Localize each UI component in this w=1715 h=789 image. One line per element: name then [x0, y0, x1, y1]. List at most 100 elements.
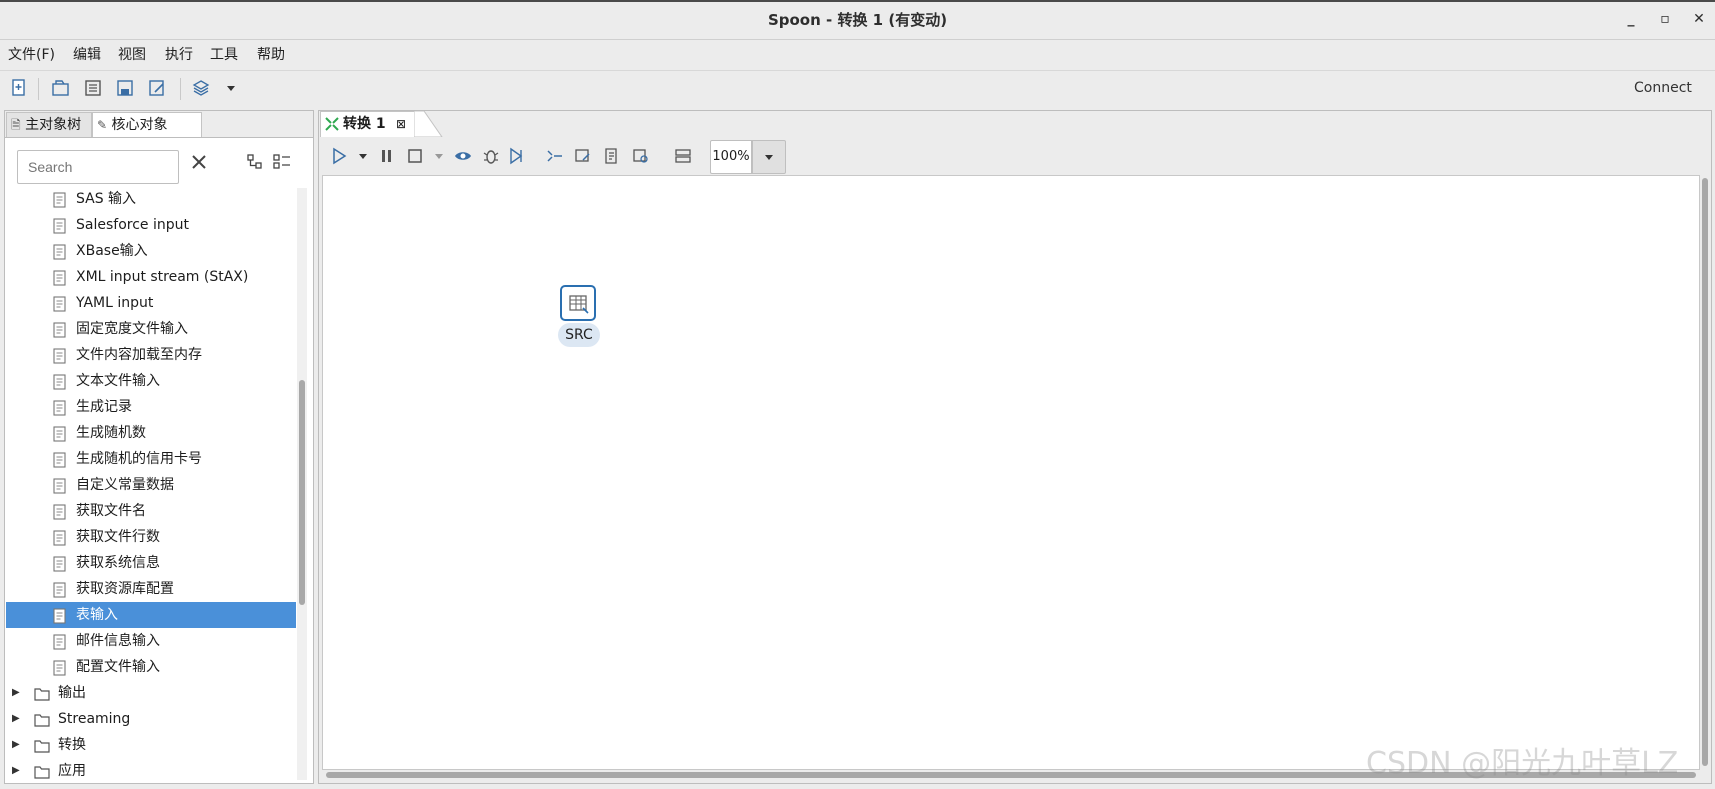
tree-folder[interactable]: ▶ 转换 [6, 732, 296, 758]
pencil-icon: ✎ [97, 118, 108, 132]
tab-close-icon[interactable]: ⊠ [396, 112, 406, 137]
tree-item[interactable]: 文本文件输入 [6, 368, 296, 394]
expand-arrow-icon[interactable]: ▶ [12, 680, 20, 706]
zoom-dropdown-button[interactable] [752, 140, 786, 174]
connect-button[interactable]: Connect [1634, 80, 1692, 96]
tree-item-label: XML input stream (StAX) [76, 269, 249, 285]
sql-icon[interactable] [602, 147, 620, 165]
debug-icon[interactable] [482, 147, 500, 165]
tree-item[interactable]: 邮件信息输入 [6, 628, 296, 654]
tree-item[interactable]: 生成随机数 [6, 420, 296, 446]
file-icon [52, 373, 68, 390]
file-icon [52, 581, 68, 598]
tree-item-label: XBase输入 [76, 243, 148, 259]
menu-run[interactable]: 执行 [165, 44, 193, 64]
tree-item[interactable]: 自定义常量数据 [6, 472, 296, 498]
impact-icon[interactable] [574, 147, 592, 165]
tree-folder[interactable]: ▶ 输出 [6, 680, 296, 706]
file-icon [52, 321, 68, 338]
tree-item-label: YAML input [76, 295, 154, 311]
tree-item-label: SAS 输入 [76, 191, 137, 207]
tree-item[interactable]: 获取文件行数 [6, 524, 296, 550]
tree-item[interactable]: 获取文件名 [6, 498, 296, 524]
expand-arrow-icon[interactable]: ▶ [12, 706, 20, 732]
tree-folder-label: 转换 [58, 737, 86, 753]
tree-folder-label: Streaming [58, 711, 131, 727]
zoom-input[interactable]: 100% [710, 140, 752, 174]
xml-icon [52, 269, 68, 286]
tree-item-label: 邮件信息输入 [76, 633, 160, 649]
chevron-down-icon[interactable] [222, 79, 240, 97]
tab-edge [414, 111, 443, 137]
tree-item-label: 获取文件名 [76, 503, 146, 519]
expand-arrow-icon[interactable]: ▶ [12, 758, 20, 784]
tree-item[interactable]: 获取资源库配置 [6, 576, 296, 602]
open-icon[interactable] [52, 79, 70, 97]
window-title: Spoon - 转换 1 (有变动) [767, 11, 948, 29]
replay-icon[interactable] [508, 147, 526, 165]
tree-item[interactable]: 文件内容加载至内存 [6, 342, 296, 368]
tree-item[interactable]: 获取系统信息 [6, 550, 296, 576]
menu-edit[interactable]: 编辑 [73, 44, 101, 64]
stop-icon[interactable] [406, 147, 424, 165]
explore-db-icon[interactable] [632, 147, 650, 165]
chevron-down-icon [765, 155, 773, 160]
expand-arrow-icon[interactable]: ▶ [12, 732, 20, 758]
menu-tools[interactable]: 工具 [210, 44, 238, 64]
tree-icon: 🗎 [11, 118, 21, 132]
file-icon [52, 659, 68, 676]
tab-main-label: 主对象树 [25, 117, 82, 133]
tab-transformation[interactable]: 转换 1 ⊠ [320, 111, 416, 137]
tree-item[interactable]: YAML input [6, 290, 296, 316]
table-input-step[interactable] [560, 285, 596, 321]
tree-item[interactable]: XBase输入 [6, 238, 296, 264]
tree-item[interactable]: 表输入 [6, 602, 296, 628]
tree-item[interactable]: Salesforce input [6, 212, 296, 238]
collapse-tree-icon[interactable] [246, 153, 264, 171]
tree-folder-label: 应用 [58, 763, 86, 779]
tree-item-label: 自定义常量数据 [76, 477, 174, 493]
generate-icon [52, 399, 68, 416]
tree-item-label: 获取资源库配置 [76, 581, 174, 597]
stop-options-chevron-icon[interactable] [430, 147, 448, 165]
close-button[interactable]: ✕ [1688, 8, 1710, 30]
tab-core-objects[interactable]: ✎ 核心对象 [92, 112, 202, 137]
pause-icon[interactable] [378, 147, 396, 165]
menu-help[interactable]: 帮助 [257, 44, 285, 64]
verify-icon[interactable] [546, 147, 564, 165]
tree-item[interactable]: 固定宽度文件输入 [6, 316, 296, 342]
menu-view[interactable]: 视图 [118, 44, 146, 64]
tree-item-label: 文件内容加载至内存 [76, 347, 202, 363]
toolbar-separator [38, 78, 39, 100]
run-options-chevron-icon[interactable] [354, 147, 372, 165]
layers-icon[interactable] [192, 79, 210, 97]
menu-file[interactable]: 文件(F) [8, 44, 55, 64]
left-scrollbar-thumb[interactable] [299, 380, 305, 605]
table-input-icon [569, 295, 589, 314]
tab-main-tree[interactable]: 🗎 主对象树 [6, 112, 92, 137]
tree-item-label: 获取文件行数 [76, 529, 160, 545]
save-as-icon[interactable] [148, 79, 166, 97]
tree-item[interactable]: SAS 输入 [6, 186, 296, 212]
maximize-button[interactable]: ▫ [1654, 8, 1676, 30]
tree-item[interactable]: 配置文件输入 [6, 654, 296, 680]
tree-item[interactable]: XML input stream (StAX) [6, 264, 296, 290]
run-icon[interactable] [330, 147, 348, 165]
clear-search-icon[interactable] [191, 154, 207, 170]
tree-item-label: 生成记录 [76, 399, 132, 415]
tree-folder[interactable]: ▶ Streaming [6, 706, 296, 732]
canvas-vscrollbar-thumb[interactable] [1702, 178, 1708, 766]
tree-item[interactable]: 生成随机的信用卡号 [6, 446, 296, 472]
preview-eye-icon[interactable] [454, 147, 472, 165]
explore-icon[interactable] [84, 79, 102, 97]
minimize-button[interactable]: _ [1620, 8, 1642, 30]
search-input[interactable] [17, 150, 179, 184]
tree-folder[interactable]: ▶ 应用 [6, 758, 296, 784]
tree-item-label: 获取系统信息 [76, 555, 160, 571]
transformation-canvas[interactable] [322, 175, 1700, 770]
save-icon[interactable] [116, 79, 134, 97]
new-file-icon[interactable] [10, 79, 28, 97]
show-results-icon[interactable] [674, 147, 692, 165]
tree-item[interactable]: 生成记录 [6, 394, 296, 420]
expand-tree-icon[interactable] [273, 153, 291, 171]
